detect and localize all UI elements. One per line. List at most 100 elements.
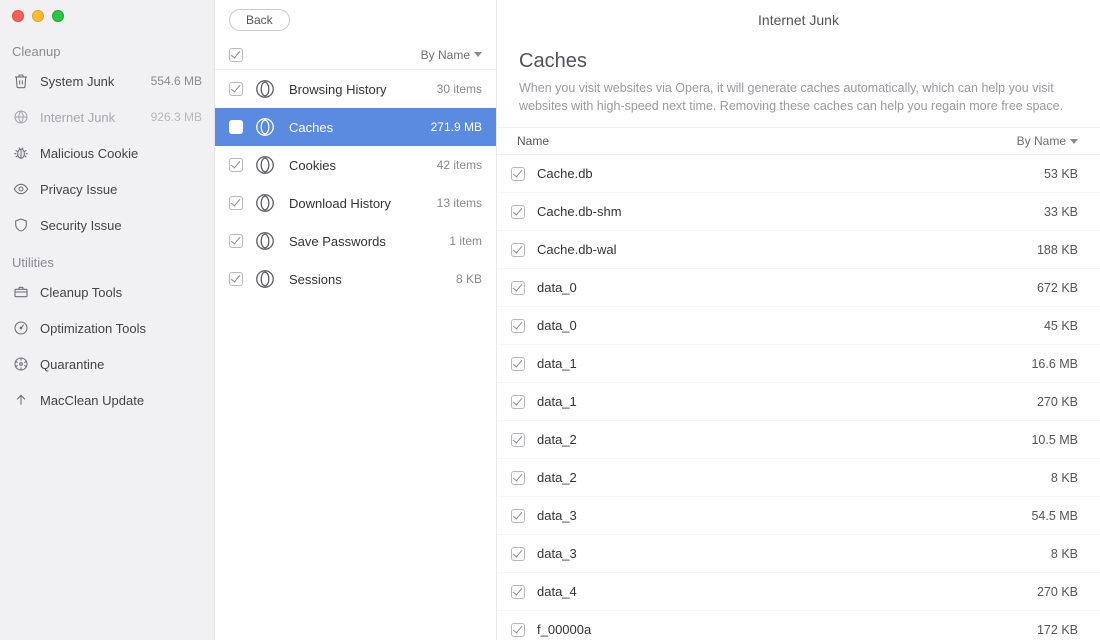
file-name-column-header: Name — [517, 134, 549, 148]
category-label: Save Passwords — [289, 234, 449, 249]
file-checkbox[interactable] — [511, 167, 525, 181]
category-list: Browsing History30 itemsCaches271.9 MBCo… — [215, 70, 496, 640]
minimize-window-button[interactable] — [32, 10, 44, 22]
category-label: Sessions — [289, 272, 456, 287]
file-row[interactable]: data_38 KB — [497, 535, 1100, 573]
file-checkbox[interactable] — [511, 357, 525, 371]
file-row[interactable]: Cache.db-wal188 KB — [497, 231, 1100, 269]
gauge-icon — [12, 319, 30, 337]
file-checkbox[interactable] — [511, 319, 525, 333]
close-window-button[interactable] — [12, 10, 24, 22]
file-size: 16.6 MB — [1031, 357, 1078, 371]
sidebar-section-title: Cleanup — [0, 32, 214, 63]
file-row[interactable]: f_00000a172 KB — [497, 611, 1100, 640]
file-checkbox[interactable] — [511, 623, 525, 637]
file-row[interactable]: data_1270 KB — [497, 383, 1100, 421]
sidebar-item[interactable]: Cleanup Tools — [0, 274, 214, 310]
category-checkbox[interactable] — [229, 272, 243, 286]
opera-icon — [253, 267, 277, 291]
opera-icon — [253, 77, 277, 101]
file-checkbox[interactable] — [511, 471, 525, 485]
file-row[interactable]: Cache.db53 KB — [497, 155, 1100, 193]
detail-text: When you visit websites via Opera, it wi… — [519, 79, 1078, 115]
file-size: 8 KB — [1051, 471, 1078, 485]
sidebar-item[interactable]: Malicious Cookie — [0, 135, 214, 171]
category-checkbox[interactable] — [229, 158, 243, 172]
select-all-categories-checkbox[interactable] — [229, 48, 243, 62]
file-checkbox[interactable] — [511, 433, 525, 447]
sidebar-item-label: Cleanup Tools — [40, 285, 202, 300]
sidebar-item[interactable]: Optimization Tools — [0, 310, 214, 346]
sidebar-item-value: 926.3 MB — [151, 110, 202, 124]
shield-icon — [12, 216, 30, 234]
file-name: data_3 — [537, 508, 577, 523]
globe-icon — [12, 108, 30, 126]
file-name: Cache.db-shm — [537, 204, 622, 219]
file-checkbox[interactable] — [511, 509, 525, 523]
category-item[interactable]: Download History13 items — [215, 184, 496, 222]
update-icon — [12, 391, 30, 409]
file-size: 10.5 MB — [1031, 433, 1078, 447]
detail-panel: Internet Junk Caches When you visit webs… — [497, 0, 1100, 640]
file-row[interactable]: data_116.6 MB — [497, 345, 1100, 383]
file-name: data_1 — [537, 394, 577, 409]
category-value: 13 items — [437, 196, 482, 210]
sidebar-item[interactable]: MacClean Update — [0, 382, 214, 418]
sidebar-item-label: Privacy Issue — [40, 182, 202, 197]
category-checkbox[interactable] — [229, 196, 243, 210]
sidebar-item[interactable]: Quarantine — [0, 346, 214, 382]
category-panel: Back By Name Browsing History30 itemsCac… — [215, 0, 497, 640]
file-row[interactable]: data_28 KB — [497, 459, 1100, 497]
category-item[interactable]: Browsing History30 items — [215, 70, 496, 108]
category-item[interactable]: Sessions8 KB — [215, 260, 496, 298]
category-value: 271.9 MB — [431, 120, 482, 134]
file-size: 54.5 MB — [1031, 509, 1078, 523]
category-item[interactable]: Cookies42 items — [215, 146, 496, 184]
category-checkbox[interactable] — [229, 82, 243, 96]
file-size: 45 KB — [1044, 319, 1078, 333]
category-item[interactable]: Caches271.9 MB — [215, 108, 496, 146]
file-sort-dropdown[interactable]: By Name — [1017, 134, 1078, 148]
file-row[interactable]: Cache.db-shm33 KB — [497, 193, 1100, 231]
sidebar-item[interactable]: Security Issue — [0, 207, 214, 243]
file-row[interactable]: data_0 45 KB — [497, 307, 1100, 345]
file-row[interactable]: data_3 54.5 MB — [497, 497, 1100, 535]
sidebar-item-label: Quarantine — [40, 357, 202, 372]
sidebar-item-value: 554.6 MB — [151, 74, 202, 88]
file-checkbox[interactable] — [511, 547, 525, 561]
category-label: Caches — [289, 120, 431, 135]
sidebar-item-label: System Junk — [40, 74, 151, 89]
sidebar-item[interactable]: Internet Junk926.3 MB — [0, 99, 214, 135]
category-toolbar: Back — [215, 0, 496, 40]
file-checkbox[interactable] — [511, 395, 525, 409]
bug-icon — [12, 144, 30, 162]
file-size: 8 KB — [1051, 547, 1078, 561]
sidebar-item[interactable]: Privacy Issue — [0, 171, 214, 207]
category-item[interactable]: Save Passwords1 item — [215, 222, 496, 260]
sidebar-section-title: Utilities — [0, 243, 214, 274]
back-button[interactable]: Back — [229, 9, 290, 31]
category-sort-label: By Name — [421, 48, 470, 62]
sidebar-item-label: Malicious Cookie — [40, 146, 202, 161]
file-row[interactable]: data_210.5 MB — [497, 421, 1100, 459]
eye-icon — [12, 180, 30, 198]
category-checkbox[interactable] — [229, 120, 243, 134]
category-sort-dropdown[interactable]: By Name — [421, 48, 482, 62]
file-row[interactable]: data_4270 KB — [497, 573, 1100, 611]
quarantine-icon — [12, 355, 30, 373]
zoom-window-button[interactable] — [52, 10, 64, 22]
detail-title: Caches — [519, 50, 1078, 73]
sidebar-item-label: Security Issue — [40, 218, 202, 233]
sidebar-item[interactable]: System Junk554.6 MB — [0, 63, 214, 99]
file-name: Cache.db-wal — [537, 242, 617, 257]
file-name: data_0 — [537, 318, 577, 333]
file-checkbox[interactable] — [511, 243, 525, 257]
file-checkbox[interactable] — [511, 585, 525, 599]
file-checkbox[interactable] — [511, 205, 525, 219]
sidebar-item-label: MacClean Update — [40, 393, 202, 408]
category-checkbox[interactable] — [229, 234, 243, 248]
file-row[interactable]: data_0672 KB — [497, 269, 1100, 307]
opera-icon — [253, 115, 277, 139]
file-list-header: Name By Name — [497, 127, 1100, 155]
file-checkbox[interactable] — [511, 281, 525, 295]
